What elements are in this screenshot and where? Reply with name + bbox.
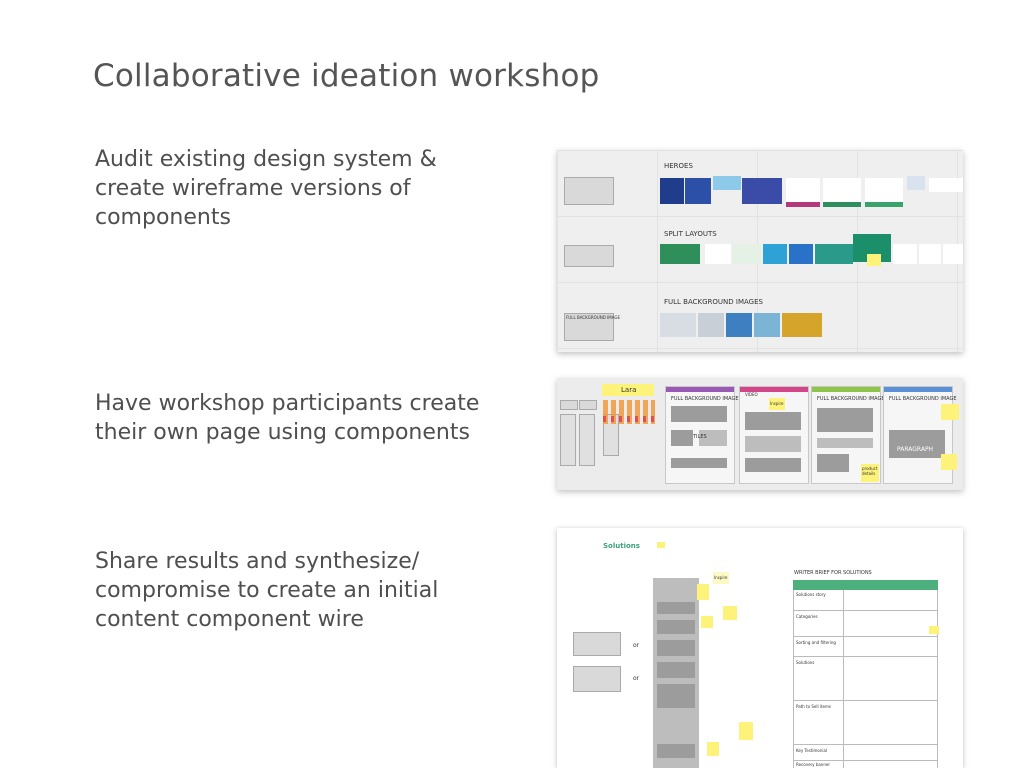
split-thumb bbox=[763, 244, 787, 264]
hero-thumb bbox=[786, 178, 820, 207]
step-audit: Audit existing design system & create wi… bbox=[95, 147, 437, 230]
or-label: or bbox=[633, 642, 640, 649]
table-header bbox=[793, 580, 938, 590]
table-row-label: Key Testimonial bbox=[796, 748, 828, 753]
table-row-label: Path to Sell items bbox=[796, 704, 831, 709]
sticky-note bbox=[941, 404, 959, 420]
wire-block bbox=[657, 684, 695, 708]
participant-board: Lara FULL BACKGROUND IMAGE TILES Inspire… bbox=[557, 378, 963, 490]
writer-brief-table bbox=[793, 580, 938, 768]
row-label-full-bg: FULL BACKGROUND IMAGES bbox=[664, 298, 763, 306]
sticky-inspire-label: Inspire bbox=[714, 575, 728, 580]
sticky-note bbox=[867, 254, 881, 266]
sticky-note bbox=[697, 584, 709, 600]
split-wireframe bbox=[564, 245, 614, 267]
table-row-label: Recovery banner bbox=[796, 762, 830, 767]
column-title: FULL BACKGROUND IMAGE bbox=[889, 396, 957, 402]
wire-block bbox=[657, 620, 695, 634]
table-row-label: Solutions bbox=[796, 660, 815, 665]
wire-block bbox=[671, 406, 727, 422]
full-bg-thumb bbox=[660, 313, 696, 337]
column-title: FULL BACKGROUND IMAGE bbox=[817, 396, 885, 402]
sticky-inspire-label: Inspire bbox=[770, 401, 784, 406]
split-thumb bbox=[893, 244, 917, 264]
wire-block bbox=[745, 458, 801, 472]
row-label-heroes: HEROES bbox=[664, 162, 693, 170]
name-tag-label: Lara bbox=[621, 386, 637, 394]
wire-block bbox=[657, 662, 695, 678]
hero-thumb bbox=[742, 178, 782, 204]
sticky-note bbox=[929, 626, 939, 634]
full-bg-thumb bbox=[754, 313, 780, 337]
split-thumb bbox=[733, 244, 761, 264]
step-synthesize: Share results and synthesize/ compromise… bbox=[95, 549, 439, 632]
wire-block bbox=[817, 408, 873, 432]
row-label-split: SPLIT LAYOUTS bbox=[664, 230, 717, 238]
sticky-note bbox=[941, 454, 957, 470]
step-participants: Have workshop participants create their … bbox=[95, 391, 480, 445]
sticky-note bbox=[723, 606, 737, 620]
component-wire bbox=[579, 414, 595, 466]
wire-tiles-label: TILES bbox=[693, 434, 707, 440]
sticky-note bbox=[707, 742, 719, 756]
wire-block bbox=[657, 640, 695, 656]
wire-block bbox=[889, 430, 945, 458]
or-label-2: or bbox=[633, 675, 640, 682]
sticky-note bbox=[701, 616, 713, 628]
split-thumb bbox=[660, 244, 700, 264]
hero-wireframe bbox=[564, 177, 614, 205]
sticky-note bbox=[739, 722, 753, 740]
hero-thumb bbox=[907, 176, 925, 190]
hero-thumb bbox=[660, 178, 684, 204]
full-bg-thumb bbox=[698, 313, 724, 337]
sticky-note bbox=[657, 542, 665, 548]
slide-title: Collaborative ideation workshop bbox=[93, 58, 600, 94]
wire-block bbox=[817, 454, 849, 472]
hero-thumb bbox=[685, 178, 711, 204]
component-wire bbox=[579, 400, 597, 410]
table-row-label: Sorting and filtering bbox=[796, 640, 836, 645]
alt-wire bbox=[573, 632, 621, 656]
solutions-heading: Solutions bbox=[603, 542, 640, 550]
alt-wire bbox=[573, 666, 621, 692]
table-row-label: Categories bbox=[796, 614, 818, 619]
full-bg-thumb bbox=[726, 313, 752, 337]
column-title: FULL BACKGROUND IMAGE bbox=[671, 396, 739, 402]
hero-thumb bbox=[713, 176, 741, 190]
table-row-label: Solutions story bbox=[796, 592, 826, 597]
wire-block bbox=[745, 436, 801, 452]
wire-block bbox=[817, 438, 873, 448]
wire-block bbox=[657, 602, 695, 614]
hero-thumb bbox=[823, 178, 861, 207]
table-divider bbox=[843, 590, 844, 768]
wire-block bbox=[671, 458, 727, 468]
sticky-product-label: product details bbox=[862, 466, 878, 476]
full-bg-thumb bbox=[782, 313, 822, 337]
wire-paragraph-label: PARAGRAPH bbox=[897, 446, 934, 453]
wire-block bbox=[671, 430, 693, 446]
wire-label: FULL BACKGROUND IMAGE bbox=[566, 315, 621, 320]
wire-video-label: VIDEO bbox=[745, 392, 758, 397]
solutions-board: Solutions or or Inspire WRITER BRIEF FOR… bbox=[557, 528, 963, 768]
wire-block bbox=[745, 412, 801, 430]
component-wire bbox=[560, 400, 578, 410]
split-thumb bbox=[919, 244, 941, 264]
split-thumb bbox=[789, 244, 813, 264]
component-wire bbox=[560, 414, 576, 466]
hero-thumb bbox=[865, 178, 903, 207]
split-thumb bbox=[943, 244, 963, 264]
component-audit-board: FULL BACKGROUND IMAGE HEROES SPLIT LAYOU… bbox=[557, 150, 963, 352]
split-thumb bbox=[815, 244, 853, 264]
dot-votes bbox=[603, 416, 655, 422]
brief-title: WRITER BRIEF FOR SOLUTIONS bbox=[794, 570, 872, 576]
split-thumb bbox=[705, 244, 731, 264]
hero-thumb bbox=[929, 178, 963, 192]
wire-block bbox=[657, 744, 695, 758]
